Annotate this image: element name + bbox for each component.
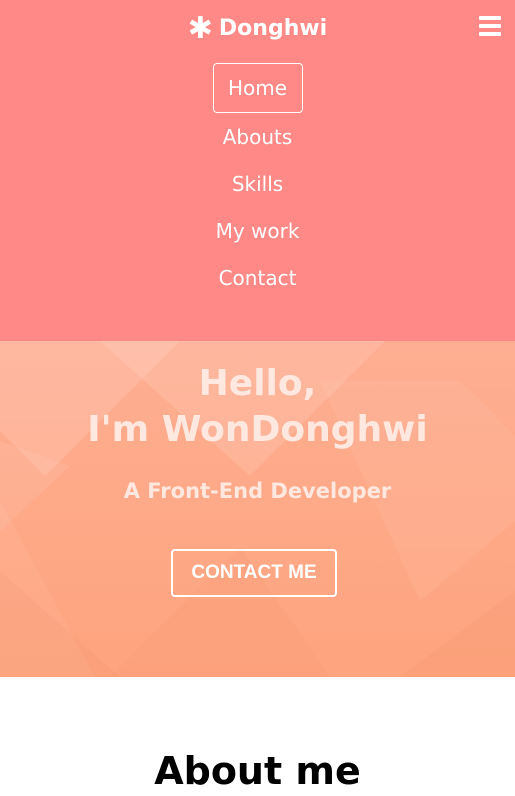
brand[interactable]: ✱ Donghwi <box>0 8 515 48</box>
nav-menu: Home Abouts Skills My work Contact <box>0 63 515 301</box>
nav-link-home[interactable]: Home <box>212 63 303 113</box>
navbar: ✱ Donghwi Home Abouts Skills My work Con… <box>0 0 515 341</box>
nav-item-my-work: My work <box>0 207 515 254</box>
hamburger-icon[interactable] <box>479 16 501 36</box>
nav-link-contact[interactable]: Contact <box>204 254 312 301</box>
hero-title-line-2: I'm WonDonghwi <box>87 409 428 450</box>
nav-item-abouts: Abouts <box>0 113 515 160</box>
brand-name: Donghwi <box>218 15 328 41</box>
nav-link-skills[interactable]: Skills <box>217 160 298 207</box>
hero-subtitle: A Front-End Developer <box>123 479 392 503</box>
hero-title-line-1: Hello, <box>198 363 317 404</box>
hero-section: Hello, I'm WonDonghwi A Front-End Develo… <box>0 341 515 677</box>
nav-link-abouts[interactable]: Abouts <box>208 113 308 160</box>
about-title: About me <box>154 749 361 793</box>
asterisk-icon: ✱ <box>187 11 213 46</box>
about-section: About me <box>0 677 515 796</box>
contact-me-button[interactable]: CONTACT ME <box>171 549 337 597</box>
nav-item-contact: Contact <box>0 254 515 301</box>
nav-item-skills: Skills <box>0 160 515 207</box>
hero-title: Hello, I'm WonDonghwi <box>0 361 515 453</box>
nav-link-my-work[interactable]: My work <box>201 207 315 254</box>
nav-item-home: Home <box>0 63 515 113</box>
